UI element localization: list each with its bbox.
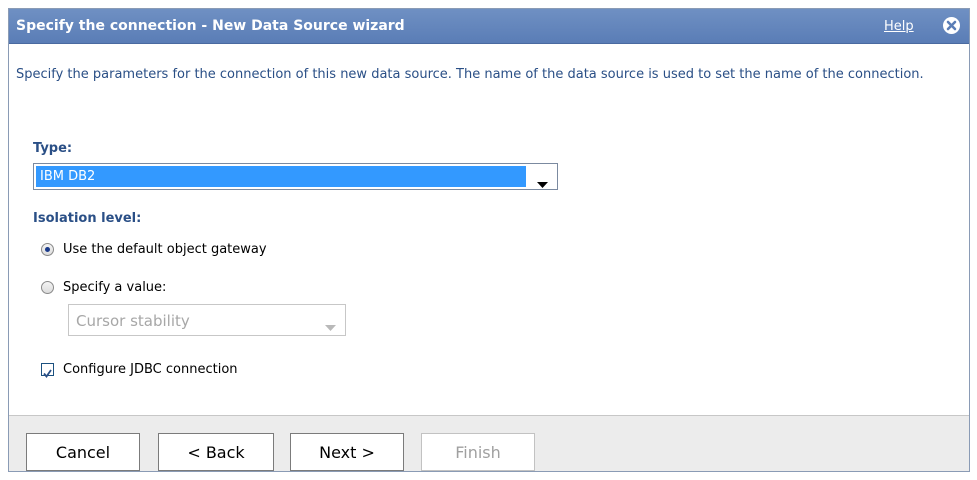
dialog-title: Specify the connection - New Data Source… bbox=[16, 18, 405, 34]
chevron-down-icon[interactable] bbox=[537, 174, 548, 193]
type-label: Type: bbox=[33, 141, 73, 156]
close-icon[interactable] bbox=[943, 17, 960, 34]
radio-specify-value-label: Specify a value: bbox=[63, 280, 167, 295]
help-link[interactable]: Help bbox=[884, 19, 914, 34]
title-bar: Specify the connection - New Data Source… bbox=[9, 9, 969, 44]
button-bar: Cancel < Back Next > Finish bbox=[9, 415, 969, 471]
checkmark-icon bbox=[43, 369, 52, 378]
dialog-description: Specify the parameters for the connectio… bbox=[16, 67, 924, 82]
configure-jdbc-label: Configure JDBC connection bbox=[63, 362, 238, 377]
back-button[interactable]: < Back bbox=[158, 433, 274, 471]
new-data-source-wizard-dialog: Specify the connection - New Data Source… bbox=[8, 8, 970, 472]
isolation-value-selected: Cursor stability bbox=[76, 312, 190, 330]
radio-button-unselected[interactable] bbox=[41, 281, 54, 294]
next-button[interactable]: Next > bbox=[290, 433, 404, 471]
chevron-down-icon[interactable] bbox=[325, 317, 336, 336]
isolation-level-label: Isolation level: bbox=[33, 211, 142, 226]
radio-default-gateway-label: Use the default object gateway bbox=[63, 242, 267, 257]
isolation-value-dropdown[interactable]: Cursor stability bbox=[68, 304, 346, 336]
radio-button-selected[interactable] bbox=[41, 243, 54, 256]
finish-button: Finish bbox=[421, 433, 535, 471]
configure-jdbc-checkbox[interactable] bbox=[41, 363, 54, 378]
cancel-button[interactable]: Cancel bbox=[26, 433, 140, 471]
type-dropdown[interactable]: IBM DB2 bbox=[33, 163, 558, 190]
type-selected-value: IBM DB2 bbox=[36, 166, 526, 187]
